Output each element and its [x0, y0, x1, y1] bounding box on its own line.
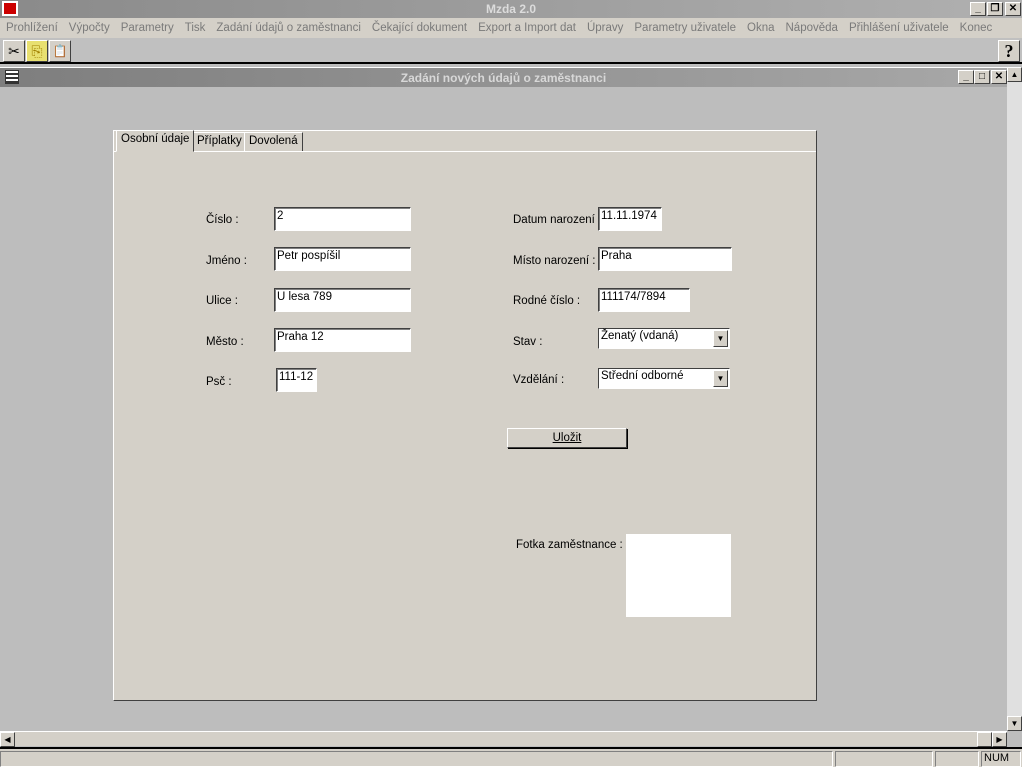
app-title: Mzda 2.0	[485, 2, 536, 16]
save-button[interactable]: Uložit	[507, 428, 627, 448]
menu-item-9[interactable]: Okna	[747, 22, 775, 34]
vertical-scrollbar[interactable]: ▲ ▼	[1007, 67, 1022, 731]
copy-icon[interactable]: ⎘	[26, 40, 48, 62]
help-button[interactable]: ?	[998, 40, 1020, 62]
menu-item-5[interactable]: Čekající dokument	[372, 22, 467, 34]
menu-item-12[interactable]: Konec	[960, 22, 993, 34]
menu-item-2[interactable]: Parametry	[121, 22, 174, 34]
status-bar: NUM	[0, 747, 1022, 767]
child-window-title: Zadání nových údajů o zaměstnanci	[400, 71, 607, 85]
minimize-button[interactable]: _	[970, 2, 986, 16]
num-lock-indicator: NUM	[981, 751, 1021, 767]
horizontal-scrollbar[interactable]: ◀ ▶	[0, 731, 1007, 747]
menu-item-8[interactable]: Parametry uživatele	[634, 22, 736, 34]
vzdelani-label: Vzdělání :	[513, 374, 565, 386]
mesto-input[interactable]: Praha 12	[274, 328, 411, 352]
cut-icon[interactable]: ✂	[3, 40, 25, 62]
restore-button[interactable]: ❐	[987, 2, 1003, 16]
datum-input[interactable]: 11.11.1974	[598, 207, 662, 231]
cislo-label: Číslo :	[206, 214, 239, 226]
psc-input[interactable]: 111-12	[276, 368, 317, 392]
menu-item-1[interactable]: Výpočty	[69, 22, 110, 34]
misto-input[interactable]: Praha	[598, 247, 732, 271]
paste-icon[interactable]: 📋	[49, 40, 71, 62]
jmeno-label: Jméno :	[206, 255, 247, 267]
app-titlebar: Mzda 2.0 _ ❐ ✕	[0, 0, 1022, 18]
stav-label: Stav :	[513, 336, 543, 348]
rodne-label: Rodné číslo :	[513, 295, 581, 307]
employee-form-panel: Osobní údaje Příplatky Dovolená Číslo : …	[113, 130, 817, 701]
child-minimize-button[interactable]: _	[958, 70, 974, 84]
vzdelani-select[interactable]: Střední odborné ▼	[598, 368, 730, 389]
menu-item-7[interactable]: Úpravy	[587, 22, 623, 34]
jmeno-input[interactable]: Petr pospíšil	[274, 247, 411, 271]
child-window-titlebar: Zadání nových údajů o zaměstnanci _ □ ✕	[0, 67, 1007, 87]
mesto-label: Město :	[206, 336, 244, 348]
misto-label: Místo narození :	[513, 255, 596, 267]
child-close-button[interactable]: ✕	[991, 70, 1007, 84]
menu-item-3[interactable]: Tisk	[185, 22, 206, 34]
close-button[interactable]: ✕	[1005, 2, 1021, 16]
employee-photo[interactable]	[626, 534, 731, 617]
chevron-down-icon[interactable]: ▼	[713, 330, 728, 347]
psc-label: Psč :	[206, 376, 232, 388]
toolbar: ✂ ⎘ 📋 ?	[0, 38, 1022, 64]
scroll-up-button[interactable]: ▲	[1007, 67, 1022, 82]
menu-item-11[interactable]: Přihlášení uživatele	[849, 22, 949, 34]
stav-select[interactable]: Ženatý (vdaná) ▼	[598, 328, 730, 349]
vzdelani-value: Střední odborné	[601, 370, 684, 382]
child-maximize-button[interactable]: □	[974, 70, 990, 84]
rodne-input[interactable]: 111174/7894	[598, 288, 690, 312]
status-pane-main	[0, 751, 833, 767]
tab-priplatky[interactable]: Příplatky	[192, 132, 247, 152]
ulice-label: Ulice :	[206, 295, 238, 307]
ulice-input[interactable]: U lesa 789	[274, 288, 411, 312]
datum-label: Datum narození :	[513, 214, 602, 226]
stav-value: Ženatý (vdaná)	[601, 330, 679, 342]
scroll-thumb[interactable]	[977, 732, 992, 747]
status-pane-2	[835, 751, 933, 767]
menu-item-10[interactable]: Nápověda	[786, 22, 838, 34]
menu-item-0[interactable]: Prohlížení	[6, 22, 58, 34]
menu-bar: Prohlížení Výpočty Parametry Tisk Zadání úda…	[0, 18, 1022, 38]
menu-item-6[interactable]: Export a Import dat	[478, 22, 576, 34]
tab-dovolena[interactable]: Dovolená	[244, 132, 303, 152]
scroll-down-button[interactable]: ▼	[1007, 716, 1022, 731]
photo-label: Fotka zaměstnance :	[516, 539, 623, 551]
status-pane-3	[935, 751, 979, 767]
tab-content: Číslo : 2 Jméno : Petr pospíšil Ulice : …	[114, 151, 816, 700]
scroll-left-button[interactable]: ◀	[0, 732, 15, 747]
menu-item-4[interactable]: Zadání údajů o zaměstnanci	[216, 22, 360, 34]
tab-osobni-udaje[interactable]: Osobní údaje	[116, 130, 195, 152]
scroll-right-button[interactable]: ▶	[992, 732, 1007, 747]
cislo-input[interactable]: 2	[274, 207, 411, 231]
chevron-down-icon[interactable]: ▼	[713, 370, 728, 387]
